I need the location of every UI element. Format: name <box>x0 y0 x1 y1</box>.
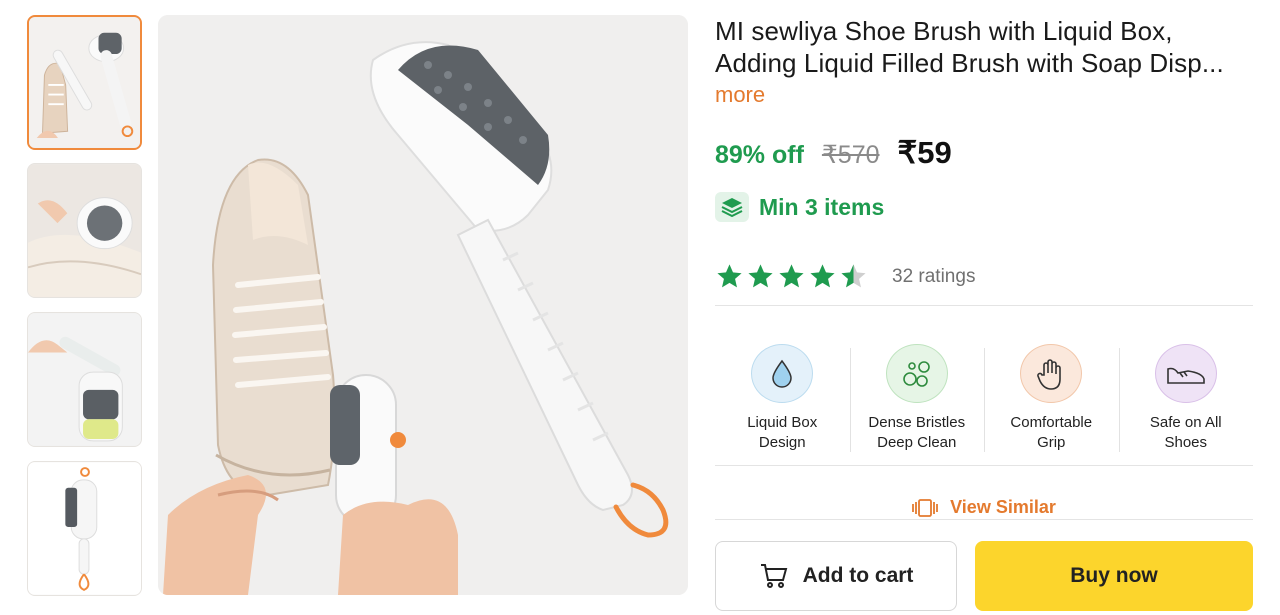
feature-label: Safe on All Shoes <box>1150 413 1222 453</box>
divider <box>715 305 1253 306</box>
filling-liquid-image <box>28 313 141 446</box>
thumbnail-1[interactable] <box>27 15 142 150</box>
feature-line-1: Dense Bristles <box>868 414 966 431</box>
feature-line-2: Design <box>758 434 806 451</box>
feature-line-1: Safe on All <box>1149 414 1222 431</box>
price-row: 89% off ₹570 ₹59 <box>715 135 952 171</box>
half-star-icon <box>841 264 866 288</box>
selling-price: ₹59 <box>897 135 952 170</box>
hand-icon <box>1020 344 1083 403</box>
discount-percent: 89% off <box>715 141 804 169</box>
buy-now-button[interactable]: Buy now <box>975 541 1253 611</box>
shoe-icon <box>1154 344 1217 403</box>
product-title-line-2: Adding Liquid Filled Brush with Soap Dis… <box>715 48 1224 78</box>
layers-icon <box>715 192 749 222</box>
brush-only-image <box>28 462 141 595</box>
main-product-image[interactable] <box>158 15 688 595</box>
feature-label: Comfortable Grip <box>1010 413 1092 453</box>
original-price: ₹570 <box>821 141 880 169</box>
bubbles-icon <box>885 344 948 403</box>
star-icon <box>748 264 773 288</box>
cart-icon <box>760 564 787 588</box>
product-photo <box>158 15 688 595</box>
min-items-label: Min 3 items <box>759 193 885 220</box>
thumbnail-4[interactable] <box>27 461 142 596</box>
add-to-cart-label: Add to cart <box>802 564 914 587</box>
more-link[interactable]: more <box>715 82 765 108</box>
star-icon <box>810 264 835 288</box>
feature-label: Dense Bristles Deep Clean <box>868 413 965 453</box>
shoe-and-brush-image <box>29 17 140 148</box>
product-title: MI sewliya Shoe Brush with Liquid Box, A… <box>715 15 1253 79</box>
star-icon <box>779 264 804 288</box>
view-similar-label: View Similar <box>950 497 1056 517</box>
divider <box>715 465 1253 466</box>
feature-line-2: Shoes <box>1164 434 1208 451</box>
droplet-icon <box>751 344 814 403</box>
feature-line-1: Comfortable <box>1010 414 1093 431</box>
buy-now-label: Buy now <box>1070 564 1158 587</box>
feature-label: Liquid Box Design <box>747 413 817 453</box>
brush-cleaning-shoe-image <box>28 164 141 297</box>
view-similar-button[interactable]: View Similar <box>715 485 1253 530</box>
feature-line-2: Deep Clean <box>877 434 957 451</box>
thumbnail-3[interactable] <box>27 312 142 447</box>
feature-comfortable-grip: Comfortable Grip <box>984 328 1119 453</box>
product-title-line-1: MI sewliya Shoe Brush with Liquid Box, <box>715 16 1173 46</box>
view-similar-icon <box>912 498 939 517</box>
ratings-count: 32 ratings <box>892 265 976 287</box>
divider <box>715 519 1253 520</box>
rating-row[interactable]: 32 ratings <box>715 262 975 291</box>
feature-line-2: Grip <box>1037 434 1066 451</box>
add-to-cart-button[interactable]: Add to cart <box>715 541 957 611</box>
product-info: MI sewliya Shoe Brush with Liquid Box, A… <box>715 15 1253 520</box>
feature-safe-on-shoes: Safe on All Shoes <box>1118 328 1254 453</box>
feature-line-1: Liquid Box <box>747 414 818 431</box>
feature-liquid-box: Liquid Box Design <box>715 328 850 453</box>
min-items-row: Min 3 items <box>715 192 884 222</box>
star-rating <box>715 262 870 291</box>
feature-dense-bristles: Dense Bristles Deep Clean <box>849 328 985 453</box>
thumbnail-2[interactable] <box>27 163 142 298</box>
star-icon <box>717 264 742 288</box>
feature-highlights: Liquid Box Design Dense Bristles Deep Cl… <box>715 328 1253 453</box>
